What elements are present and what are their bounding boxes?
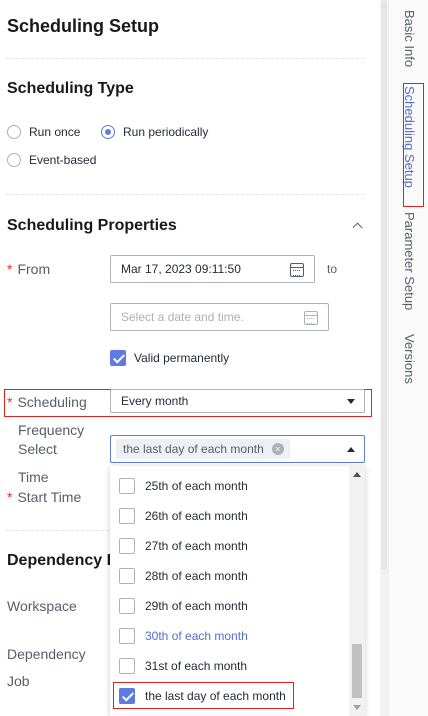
scheduling-label: * Scheduling <box>7 394 87 410</box>
checkbox <box>119 628 135 644</box>
dependency-label: Dependency <box>7 646 86 662</box>
close-icon[interactable]: × <box>271 443 284 455</box>
from-datetime-input[interactable]: Mar 17, 2023 09:11:50 <box>110 255 315 283</box>
scrollbar-thumb[interactable] <box>352 644 362 698</box>
radio-event-based[interactable]: Event-based <box>7 153 96 167</box>
dropdown-option[interactable]: 29th of each month <box>110 591 349 621</box>
start-time-label: * Start Time <box>7 489 82 505</box>
checkbox-checked <box>110 350 126 366</box>
dropdown-option[interactable]: 27th of each month <box>110 531 349 561</box>
radio-label: Event-based <box>29 153 97 167</box>
checkbox <box>119 658 135 674</box>
radio-run-once[interactable]: Run once <box>7 125 80 139</box>
frequency-select-label: Select <box>18 441 57 457</box>
scheduling-setup-panel: Scheduling Setup Scheduling Type Run onc… <box>0 0 380 716</box>
scheduling-setup-tab-highlight-box <box>403 83 424 207</box>
divider <box>6 58 364 59</box>
dropdown-option[interactable]: 25th of each month <box>110 471 349 501</box>
scheduling-select[interactable]: Every month <box>110 389 365 413</box>
tab-parameter-setup[interactable]: Parameter Setup <box>397 212 421 310</box>
dropdown-option[interactable]: 28th of each month <box>110 561 349 591</box>
radio-circle <box>101 125 115 139</box>
end-datetime-input[interactable]: Select a date and time. <box>110 303 329 331</box>
divider <box>6 194 364 195</box>
frequency-tag: the last day of each month × <box>116 439 290 459</box>
calendar-icon[interactable] <box>304 311 318 325</box>
chevron-up-icon[interactable] <box>352 222 363 233</box>
tab-basic-info[interactable]: Basic Info <box>397 10 421 67</box>
tab-versions[interactable]: Versions <box>397 334 421 384</box>
dropdown-option[interactable]: 30th of each month <box>110 621 349 651</box>
valid-permanently-label: Valid permanently <box>134 351 230 365</box>
page-scrollbar[interactable] <box>380 0 388 716</box>
dropdown-option[interactable]: 31st of each month <box>110 651 349 681</box>
scroll-up-arrow-icon[interactable] <box>353 472 361 477</box>
frequency-tag-label: the last day of each month <box>123 442 264 456</box>
checkbox <box>119 568 135 584</box>
scroll-down-arrow-icon[interactable] <box>353 705 361 710</box>
checkbox <box>119 478 135 494</box>
radio-circle <box>7 125 21 139</box>
time-label: Time <box>18 469 49 485</box>
scrollbar-thumb[interactable] <box>381 0 387 570</box>
caret-down-icon <box>347 399 355 404</box>
scheduling-type-heading: Scheduling Type <box>7 80 134 97</box>
last-day-highlight-box <box>113 682 294 709</box>
checkbox <box>119 538 135 554</box>
to-label: to <box>327 262 338 276</box>
radio-label: Run periodically <box>123 125 209 139</box>
scheduling-properties-heading: Scheduling Properties <box>7 217 177 234</box>
workspace-label: Workspace <box>7 598 77 614</box>
end-datetime-placeholder: Select a date and time. <box>121 310 244 324</box>
page-title: Scheduling Setup <box>7 16 160 36</box>
frequency-label: Frequency <box>18 422 85 438</box>
valid-permanently-checkbox[interactable]: Valid permanently <box>110 350 229 366</box>
checkbox <box>119 598 135 614</box>
calendar-icon[interactable] <box>290 263 304 277</box>
radio-run-periodically[interactable]: Run periodically <box>101 125 208 139</box>
checkbox <box>119 508 135 524</box>
from-datetime-value: Mar 17, 2023 09:11:50 <box>121 262 241 276</box>
job-label: Job <box>7 673 30 689</box>
radio-circle <box>7 153 21 167</box>
frequency-dropdown: 25th of each month 26th of each month 27… <box>110 466 365 716</box>
caret-up-icon <box>347 447 355 452</box>
dropdown-scrollbar[interactable] <box>349 466 365 716</box>
scheduling-select-value: Every month <box>121 394 189 408</box>
from-label: * From <box>7 261 51 277</box>
radio-label: Run once <box>29 125 81 139</box>
dropdown-option[interactable]: 26th of each month <box>110 501 349 531</box>
dependency-heading: Dependency P <box>7 552 118 569</box>
